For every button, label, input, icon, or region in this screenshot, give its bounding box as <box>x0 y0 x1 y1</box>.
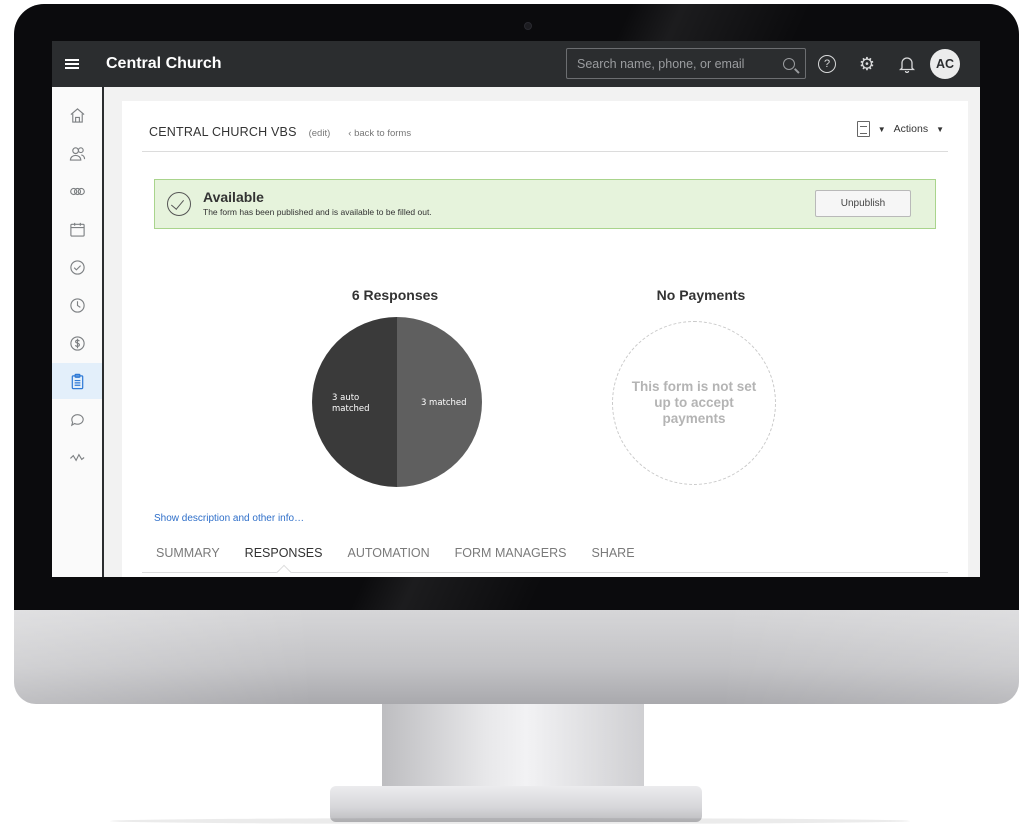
tab-summary[interactable]: SUMMARY <box>156 539 220 572</box>
top-bar: Central Church ? ⚙ AC <box>52 41 980 87</box>
home-icon <box>70 107 84 123</box>
dollar-icon <box>69 335 85 351</box>
tab-form-managers[interactable]: FORM MANAGERS <box>455 539 567 572</box>
sidebar-item-home[interactable] <box>52 97 102 133</box>
status-title: Available <box>203 189 264 205</box>
search-input[interactable] <box>577 56 783 71</box>
sidebar-item-messages[interactable] <box>52 401 102 437</box>
chevron-down-icon[interactable]: ▼ <box>878 125 886 134</box>
chevron-down-icon[interactable]: ▼ <box>936 125 944 134</box>
sidebar-item-calendar[interactable] <box>52 211 102 247</box>
tab-share[interactable]: SHARE <box>591 539 634 572</box>
sidebar-item-check-ins[interactable] <box>52 249 102 285</box>
gear-icon[interactable]: ⚙ <box>856 53 878 75</box>
app-title[interactable]: Central Church <box>106 55 222 73</box>
sidebar-nav <box>52 87 104 577</box>
monitor-mockup: Central Church ? ⚙ AC <box>0 0 1019 826</box>
sidebar-item-people[interactable] <box>52 135 102 171</box>
bell-icon[interactable] <box>896 53 918 75</box>
form-tabs: SUMMARY RESPONSES AUTOMATION FORM MANAGE… <box>142 539 948 573</box>
header-actions: ▼ Actions ▼ <box>856 121 944 137</box>
payments-title: No Payments <box>656 287 746 303</box>
activity-icon <box>69 452 84 462</box>
sidebar-item-history[interactable] <box>52 287 102 323</box>
header-divider <box>142 151 948 152</box>
stand-shadow <box>110 818 910 824</box>
unpublish-button[interactable]: Unpublish <box>815 190 911 217</box>
avatar[interactable]: AC <box>930 49 960 79</box>
sidebar-item-forms[interactable] <box>52 363 102 399</box>
monitor-stand-neck <box>382 704 644 790</box>
monitor-chin <box>14 610 1019 704</box>
document-icon[interactable] <box>856 121 870 137</box>
sidebar-item-giving[interactable] <box>52 325 102 361</box>
show-description-link[interactable]: Show description and other info… <box>154 513 304 524</box>
app-screen: Central Church ? ⚙ AC <box>52 41 980 577</box>
pie-slice-label: 3 matched <box>421 398 467 408</box>
responses-title: 6 Responses <box>351 287 439 303</box>
clock-icon <box>69 297 85 313</box>
groups-icon <box>69 187 85 195</box>
status-banner: Available The form has been published an… <box>154 179 936 229</box>
sidebar-item-groups[interactable] <box>52 173 102 209</box>
search-icon[interactable] <box>783 57 795 70</box>
form-header: CENTRAL CHURCH VBS (edit) ‹ back to form… <box>149 125 411 139</box>
hamburger-menu-icon[interactable] <box>54 63 90 65</box>
check-circle-icon <box>69 259 85 275</box>
tab-automation[interactable]: AUTOMATION <box>347 539 429 572</box>
people-icon <box>69 146 85 161</box>
sidebar-item-reports[interactable] <box>52 439 102 475</box>
back-to-forms-link[interactable]: ‹ back to forms <box>348 128 411 139</box>
form-title: CENTRAL CHURCH VBS <box>149 125 297 139</box>
tab-responses[interactable]: RESPONSES <box>245 539 323 572</box>
responses-pie-chart: 3 auto matched3 matched <box>312 317 482 487</box>
camera-dot <box>524 22 532 30</box>
actions-dropdown[interactable]: Actions <box>894 123 928 135</box>
chat-icon <box>70 413 84 426</box>
search-box[interactable] <box>566 48 806 79</box>
calendar-icon <box>69 222 85 237</box>
status-subtitle: The form has been published and is avail… <box>203 207 432 217</box>
form-detail-card: CENTRAL CHURCH VBS (edit) ‹ back to form… <box>122 101 968 577</box>
monitor-stand-foot <box>330 786 702 822</box>
clipboard-icon <box>71 373 83 389</box>
help-icon[interactable]: ? <box>818 55 836 73</box>
edit-link[interactable]: (edit) <box>309 128 331 139</box>
no-payments-placeholder: This form is not set up to accept paymen… <box>612 321 776 485</box>
check-circle-icon <box>167 192 191 216</box>
